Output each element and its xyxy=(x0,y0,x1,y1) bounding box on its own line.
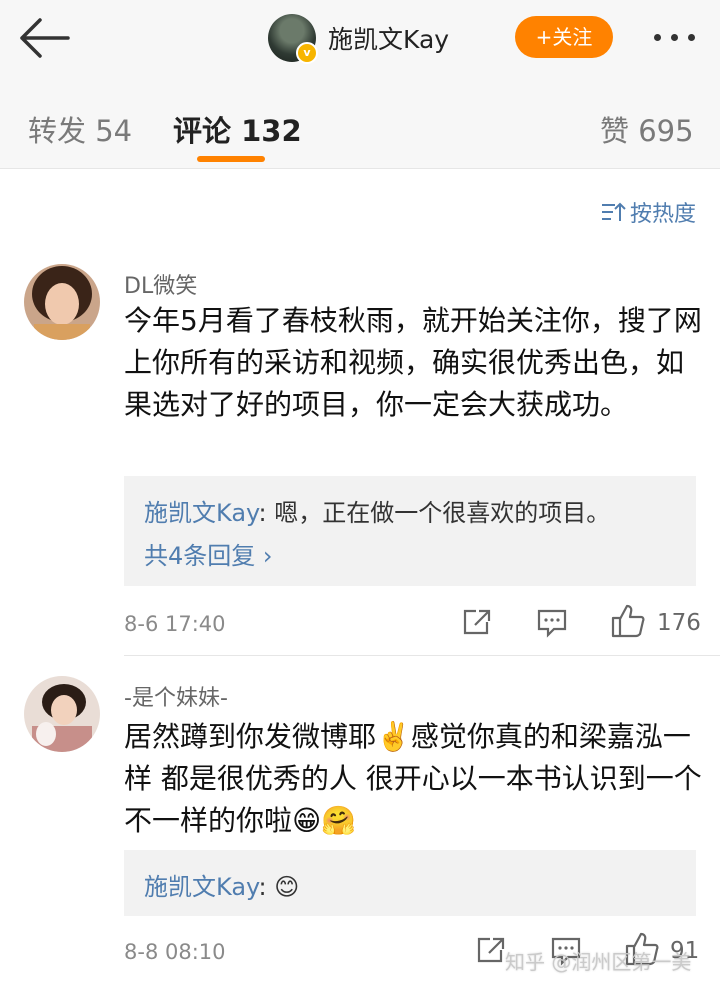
comment-time: 8-6 17:40 xyxy=(124,612,226,636)
like-thumb-icon[interactable] xyxy=(611,604,645,642)
tab-likes[interactable]: 赞 695 xyxy=(600,108,694,150)
tab-reposts[interactable]: 转发 54 xyxy=(28,108,132,150)
sort-label: 按热度 xyxy=(629,202,696,227)
reply-author[interactable]: 施凯文Kay xyxy=(144,873,258,901)
reply-box[interactable]: 施凯文Kay: 嗯，正在做一个很喜欢的项目。 共4条回复 › xyxy=(124,476,696,586)
follow-button[interactable]: +关注 xyxy=(515,16,613,58)
profile-header[interactable]: v 施凯文Kay xyxy=(268,12,449,64)
reply-author[interactable]: 施凯文Kay xyxy=(144,499,258,527)
comment-text: 居然蹲到你发微博耶✌️感觉你真的和梁嘉泓一样 都是很优秀的人 很开心以一本书认识… xyxy=(124,720,702,837)
profile-username[interactable]: 施凯文Kay xyxy=(328,20,449,56)
top-bar: v 施凯文Kay +关注 xyxy=(0,0,720,81)
reply-text: : 嗯，正在做一个很喜欢的项目。 xyxy=(258,499,611,527)
verified-badge-icon: v xyxy=(296,42,318,64)
reply-line: 施凯文Kay: 嗯，正在做一个很喜欢的项目。 xyxy=(144,493,610,528)
comment-time: 8-8 08:10 xyxy=(124,940,226,964)
tab-comments[interactable]: 评论 132 xyxy=(173,108,302,150)
commenter-avatar[interactable] xyxy=(24,264,100,340)
share-icon[interactable] xyxy=(462,608,492,640)
more-options-icon[interactable] xyxy=(650,24,700,52)
share-icon[interactable] xyxy=(476,936,506,968)
commenter-name[interactable]: -是个妹妹- xyxy=(124,680,228,712)
commenter-avatar[interactable] xyxy=(24,676,100,752)
commenter-name[interactable]: DL微笑 xyxy=(124,268,197,300)
sort-icon xyxy=(601,202,626,221)
reply-text: : 😊 xyxy=(258,873,300,901)
tab-bar: 转发 54 评论 132 赞 695 xyxy=(0,80,720,169)
reply-line: 施凯文Kay: 😊 xyxy=(144,867,299,902)
comment-text: 今年5月看了春枝秋雨，就开始关注你，搜了网上你所有的采访和视频，确实很优秀出色，… xyxy=(124,304,702,421)
comment-divider xyxy=(124,655,720,656)
user-avatar[interactable]: v xyxy=(268,14,318,64)
watermark-text: 知乎 @润州区第一美 xyxy=(505,950,692,974)
active-tab-indicator xyxy=(197,156,265,162)
view-all-replies-link[interactable]: 共4条回复 › xyxy=(144,536,273,571)
sort-by-hot-button[interactable]: 按热度 xyxy=(600,196,696,228)
reply-box[interactable]: 施凯文Kay: 😊 xyxy=(124,850,696,916)
back-arrow-icon[interactable] xyxy=(18,18,70,58)
reply-comment-icon[interactable] xyxy=(537,608,567,642)
like-count: 176 xyxy=(657,610,701,636)
